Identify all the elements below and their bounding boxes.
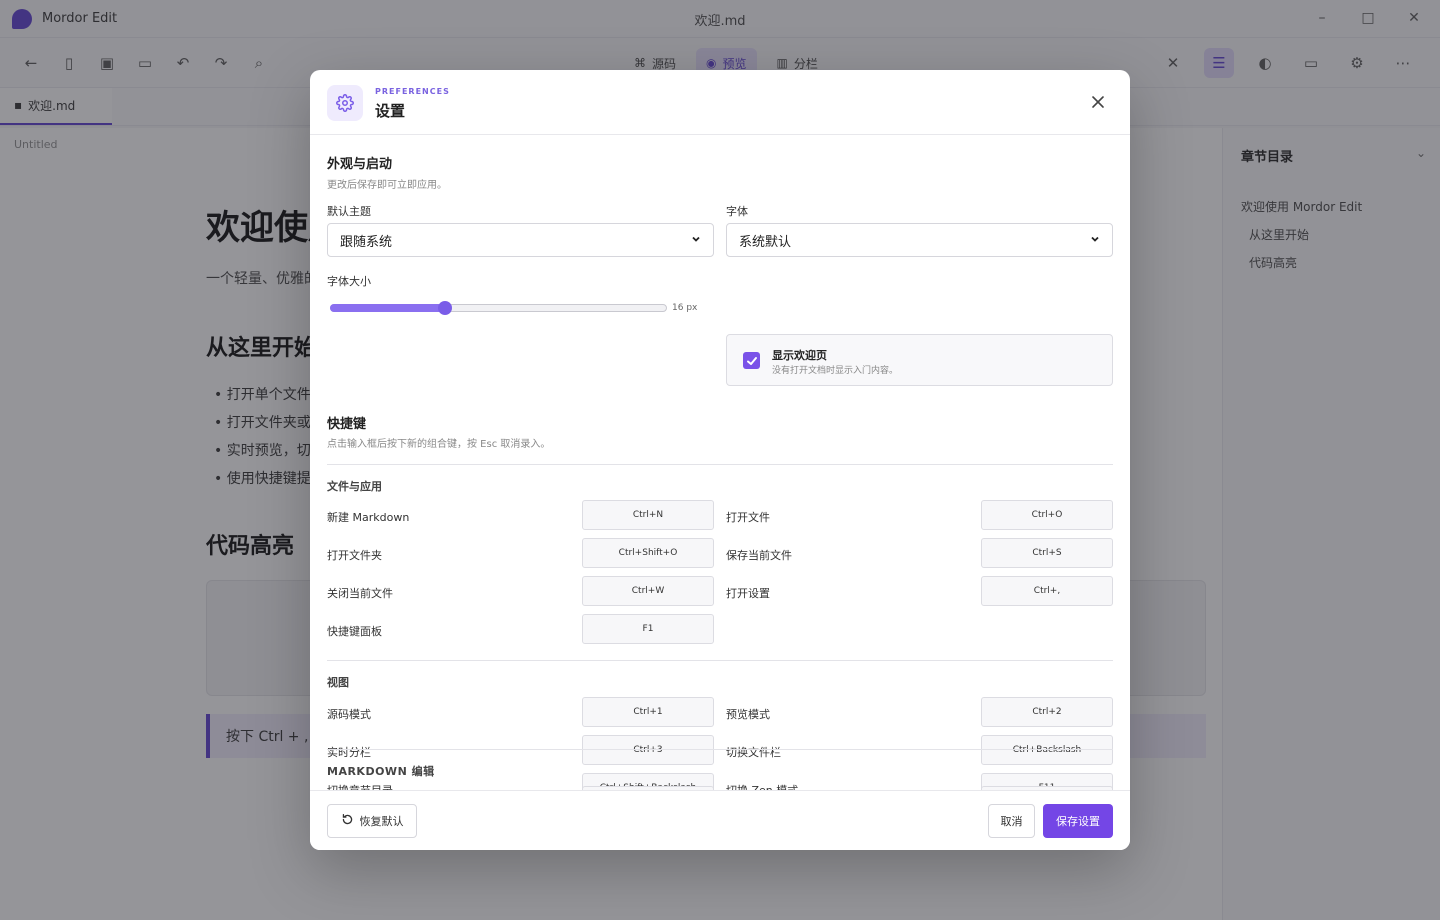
- cancel-button[interactable]: 取消: [988, 804, 1035, 838]
- shortcut-input[interactable]: Ctrl+Shift+Backslash: [582, 773, 714, 790]
- font-select[interactable]: 系统默认: [726, 223, 1113, 257]
- shortcut-input[interactable]: Ctrl+1: [582, 697, 714, 727]
- section-title-shortcuts: 快捷键: [327, 417, 367, 432]
- dialog-kicker: PREFERENCES: [375, 87, 450, 96]
- group-title-file: 文件与应用: [327, 480, 382, 493]
- font-size-label: 字体大小: [327, 275, 371, 288]
- gear-icon: [327, 85, 363, 121]
- theme-label: 默认主题: [327, 205, 371, 218]
- section-desc-appearance: 更改后保存即可立即应用。: [327, 180, 447, 191]
- font-label: 字体: [726, 205, 748, 218]
- shortcut-label: 打开文件夹: [327, 549, 382, 562]
- shortcut-input[interactable]: Ctrl+O: [981, 500, 1113, 530]
- dialog-footer: 恢复默认 取消 保存设置: [310, 790, 1130, 850]
- chevron-down-icon: [691, 233, 701, 248]
- divider: [327, 464, 1113, 465]
- check-icon: [746, 356, 757, 365]
- section-desc-shortcuts: 点击输入框后按下新的组合键，按 Esc 取消录入。: [327, 439, 551, 450]
- font-size-slider[interactable]: [330, 301, 667, 315]
- shortcut-label: 切换文件栏: [726, 746, 781, 759]
- font-size-value: 16 px: [672, 303, 698, 313]
- shortcut-label: 实时分栏: [327, 746, 371, 759]
- shortcut-label: 切换章节目录: [327, 782, 393, 790]
- shortcut-input[interactable]: Ctrl+2: [981, 697, 1113, 727]
- shortcut-input[interactable]: Ctrl+,: [981, 576, 1113, 606]
- shortcut-input[interactable]: F1: [582, 614, 714, 644]
- reset-label: 恢复默认: [359, 815, 404, 828]
- dialog-title: 设置: [375, 102, 406, 120]
- group-title-view: 视图: [327, 676, 349, 689]
- shortcut-input[interactable]: Ctrl+W: [582, 576, 714, 606]
- welcome-toggle-card[interactable]: 显示欢迎页 没有打开文档时显示入门内容。: [726, 334, 1113, 386]
- dialog-body[interactable]: 外观与启动 更改后保存即可立即应用。 默认主题 跟随系统 字体 系统默认 字体大…: [310, 135, 1130, 790]
- divider: [327, 660, 1113, 661]
- shortcut-input[interactable]: Ctrl+Backslash: [981, 735, 1113, 765]
- close-icon[interactable]: [1088, 92, 1108, 112]
- welcome-checkbox[interactable]: [743, 352, 760, 369]
- shortcut-label: 新建 Markdown: [327, 511, 410, 524]
- theme-select-value: 跟随系统: [340, 234, 393, 250]
- shortcut-label: 快捷键面板: [327, 625, 382, 638]
- shortcut-input[interactable]: Ctrl+S: [981, 538, 1113, 568]
- shortcut-label: 打开文件: [726, 511, 770, 524]
- section-title-appearance: 外观与启动: [327, 157, 393, 172]
- shortcut-label: 关闭当前文件: [327, 587, 393, 600]
- slider-thumb[interactable]: [437, 301, 452, 315]
- shortcut-input[interactable]: Ctrl+3: [582, 735, 714, 765]
- settings-dialog: PREFERENCES 设置 外观与启动 更改后保存即可立即应用。 默认主题 跟…: [310, 70, 1130, 850]
- shortcut-input[interactable]: Ctrl+Shift+O: [582, 538, 714, 568]
- dialog-header: PREFERENCES 设置: [310, 70, 1130, 135]
- welcome-title: 显示欢迎页: [772, 349, 827, 362]
- save-settings-button[interactable]: 保存设置: [1043, 804, 1113, 838]
- slider-fill: [330, 304, 445, 312]
- reset-icon: [341, 813, 354, 829]
- shortcut-input[interactable]: Ctrl+N: [582, 500, 714, 530]
- shortcut-input[interactable]: F11: [981, 773, 1113, 790]
- chevron-down-icon: [1090, 233, 1100, 248]
- theme-select[interactable]: 跟随系统: [327, 223, 714, 257]
- welcome-desc: 没有打开文档时显示入门内容。: [772, 366, 899, 376]
- shortcut-label: 切换 Zen 模式: [726, 782, 798, 790]
- font-select-value: 系统默认: [739, 234, 792, 250]
- shortcut-label: 打开设置: [726, 587, 770, 600]
- reset-defaults-button[interactable]: 恢复默认: [327, 804, 417, 838]
- shortcut-label: 保存当前文件: [726, 549, 792, 562]
- shortcut-label: 源码模式: [327, 708, 371, 721]
- shortcut-label: 预览模式: [726, 708, 770, 721]
